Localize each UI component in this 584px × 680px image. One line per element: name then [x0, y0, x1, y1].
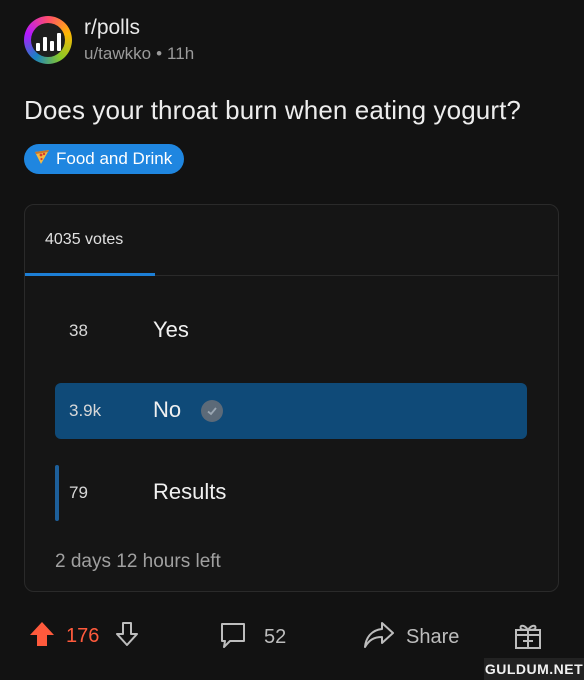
award-icon	[512, 620, 544, 657]
option-label: Results	[153, 479, 227, 504]
option-count: 79	[69, 483, 88, 502]
poll-time-left: 2 days 12 hours left	[55, 551, 221, 572]
share-button[interactable]: Share	[362, 620, 459, 655]
flair-badge[interactable]: Food and Drink	[24, 144, 185, 174]
award-button[interactable]	[512, 620, 544, 657]
share-icon	[362, 620, 396, 655]
checkmark-icon	[201, 400, 223, 422]
subreddit-avatar-icon[interactable]	[24, 16, 72, 64]
flair-label: Food and Drink	[56, 149, 173, 168]
upvote-icon[interactable]	[28, 620, 56, 653]
comment-icon	[218, 620, 248, 655]
vote-group: 176	[28, 620, 141, 653]
post-title[interactable]: Does your throat burn when eating yogurt…	[24, 95, 521, 126]
post-time: 11h	[167, 44, 195, 63]
comment-count: 52	[264, 626, 287, 648]
subreddit-name[interactable]: r/polls	[84, 16, 140, 40]
downvote-icon[interactable]	[113, 620, 141, 653]
author-link[interactable]: u/tawkko	[84, 44, 151, 63]
poll-option-no[interactable]: 3.9k No	[55, 383, 527, 439]
watermark: GULDUM.NET	[484, 658, 584, 680]
option-label: Yes	[153, 317, 189, 342]
share-label: Share	[406, 626, 460, 648]
pizza-icon	[34, 149, 50, 170]
comment-button[interactable]: 52	[218, 620, 286, 655]
post-meta: u/tawkko • 11h	[84, 44, 194, 64]
option-count: 3.9k	[69, 401, 102, 420]
poll-option-results[interactable]: 79 Results	[55, 465, 527, 521]
tab-active-indicator	[25, 273, 155, 276]
action-bar: 176 52 Share	[0, 608, 584, 664]
upvote-count: 176	[66, 625, 100, 647]
separator-dot: •	[156, 44, 163, 63]
option-label: No	[153, 397, 182, 422]
result-bar	[55, 465, 59, 521]
poll-vote-total: 4035 votes	[45, 231, 124, 248]
poll-card: 4035 votes 38 Yes 3.9k No 79 Results 2 d…	[24, 204, 559, 592]
option-count: 38	[69, 321, 88, 340]
poll-option-yes[interactable]: 38 Yes	[55, 303, 527, 359]
